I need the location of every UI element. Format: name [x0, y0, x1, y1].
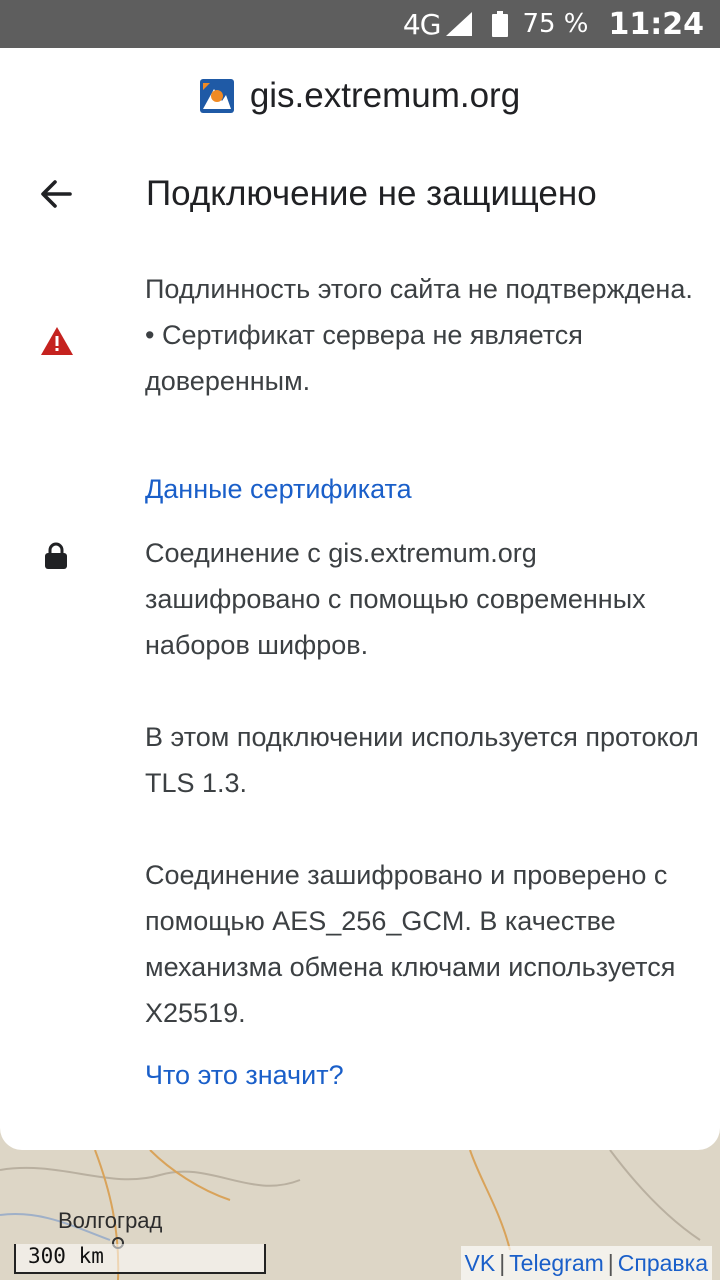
battery-icon [492, 11, 509, 37]
warning-icon [41, 327, 73, 355]
back-arrow-icon[interactable] [36, 174, 76, 214]
link-separator: | [607, 1250, 614, 1276]
vk-link[interactable]: VK [465, 1250, 496, 1276]
lock-icon [45, 542, 67, 569]
site-domain: gis.extremum.org [249, 76, 521, 115]
page-title: Подключение не защищено [146, 174, 597, 213]
battery-percent: 75 % [522, 9, 589, 39]
cipher-paragraph: Соединение зашифровано и проверено с пом… [145, 860, 676, 1028]
link-separator: | [499, 1250, 506, 1276]
what-does-this-mean-link[interactable]: Что это значит? [145, 1060, 344, 1091]
telegram-link[interactable]: Telegram [509, 1250, 604, 1276]
connection-info-sheet: gis.extremum.org Подключение не защищено… [0, 48, 720, 1150]
cipher-text: Соединение зашифровано и проверено с пом… [145, 852, 705, 1036]
map-footer-links: VK | Telegram | Справка [460, 1246, 712, 1280]
certificate-details-link[interactable]: Данные сертификата [145, 474, 412, 505]
protocol-text: В этом подключении используется протокол… [145, 714, 705, 806]
city-label: Волгоград [58, 1208, 163, 1233]
protocol-paragraph: В этом подключении используется протокол… [145, 722, 699, 798]
certificate-line: • Сертификат сервера не является доверен… [145, 320, 583, 396]
identity-line: Подлинность этого сайта не подтверждена. [145, 274, 693, 304]
signal-icon [446, 12, 473, 36]
connection-info-text: Соединение с gis.extremum.org зашифрован… [145, 530, 705, 668]
help-link[interactable]: Справка [618, 1250, 708, 1276]
map-scale-text: 300 km [28, 1244, 104, 1268]
map-scale-bar: 300 km [14, 1244, 266, 1274]
network-type: 4G [402, 7, 442, 41]
site-favicon [199, 79, 234, 113]
identity-warning-text: Подлинность этого сайта не подтверждена.… [145, 266, 705, 404]
status-bar: 4G 75 % 11:24 [0, 0, 720, 48]
site-header: gis.extremum.org [0, 76, 720, 116]
clock: 11:24 [608, 6, 705, 42]
encryption-paragraph: Соединение с gis.extremum.org зашифрован… [145, 538, 646, 660]
